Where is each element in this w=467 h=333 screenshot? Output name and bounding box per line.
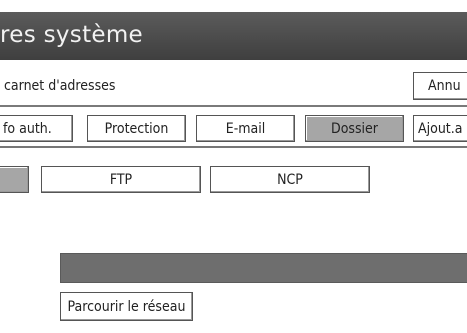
tab-dossier[interactable]: Dossier: [305, 115, 404, 142]
protocol-smb-button[interactable]: [0, 166, 29, 193]
tab-email[interactable]: E-mail: [196, 115, 295, 142]
path-field[interactable]: [60, 253, 467, 283]
browse-network-button[interactable]: Parcourir le réseau: [60, 292, 193, 321]
subheader: carnet d'adresses: [0, 70, 467, 107]
page-title: res système: [0, 22, 143, 48]
tab-ajout[interactable]: Ajout.a: [413, 115, 467, 142]
tabs-divider: [0, 146, 467, 148]
protocol-ncp-button[interactable]: NCP: [210, 166, 370, 193]
subheader-text: carnet d'adresses: [4, 78, 116, 94]
cancel-button[interactable]: Annu: [413, 72, 467, 100]
tab-info-auth[interactable]: fo auth.: [0, 115, 73, 142]
protocol-ftp-button[interactable]: FTP: [41, 166, 201, 193]
tab-protection[interactable]: Protection: [87, 115, 186, 142]
